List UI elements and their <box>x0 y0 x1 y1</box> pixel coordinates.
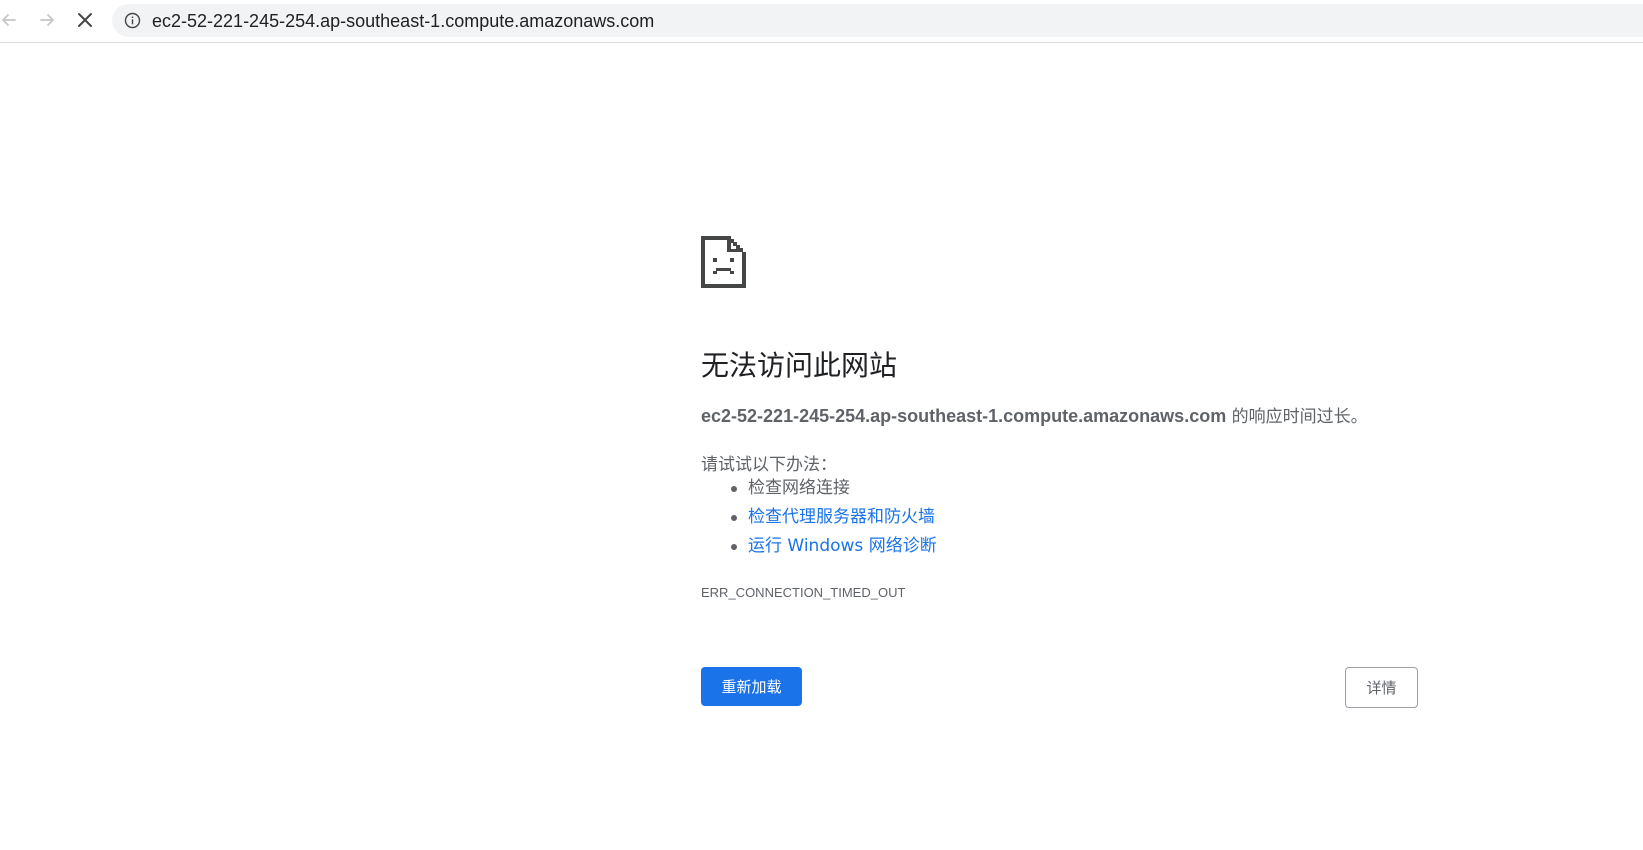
back-button[interactable] <box>0 5 24 35</box>
error-summary-suffix: 的响应时间过长。 <box>1226 407 1368 427</box>
suggestion-label: 检查网络连接 <box>748 478 850 498</box>
forward-button[interactable] <box>32 5 62 35</box>
check-proxy-firewall-link[interactable]: 检查代理服务器和防火墙 <box>748 507 935 527</box>
suggestion-check-connection: 检查网络连接 <box>701 476 937 505</box>
error-host: ec2-52-221-245-254.ap-southeast-1.comput… <box>701 406 1227 426</box>
suggestion-check-proxy[interactable]: 检查代理服务器和防火墙 <box>701 505 937 534</box>
sad-page-icon <box>701 236 746 288</box>
arrow-left-icon <box>2 14 16 26</box>
details-button[interactable]: 详情 <box>1345 667 1418 708</box>
bullet-icon <box>731 486 737 492</box>
error-summary: ec2-52-221-245-254.ap-southeast-1.comput… <box>701 402 1368 427</box>
stop-loading-button[interactable] <box>70 5 100 35</box>
address-bar[interactable]: ec2-52-221-245-254.ap-southeast-1.comput… <box>112 4 1643 37</box>
bullet-icon <box>731 544 737 550</box>
suggestions-list: 检查网络连接 检查代理服务器和防火墙 运行 Windows 网络诊断 <box>701 476 937 563</box>
info-icon[interactable] <box>124 12 141 29</box>
reload-button[interactable]: 重新加载 <box>701 667 802 706</box>
error-heading: 无法访问此网站 <box>701 349 898 382</box>
suggestion-run-diagnostics[interactable]: 运行 Windows 网络诊断 <box>701 534 937 563</box>
suggestions-label: 请试试以下办法： <box>701 455 837 475</box>
close-icon <box>78 13 92 27</box>
address-bar-url[interactable]: ec2-52-221-245-254.ap-southeast-1.comput… <box>152 11 654 32</box>
bullet-icon <box>731 515 737 521</box>
browser-toolbar: ec2-52-221-245-254.ap-southeast-1.comput… <box>0 0 1643 43</box>
run-windows-diagnostics-link[interactable]: 运行 Windows 网络诊断 <box>748 536 937 556</box>
error-code: ERR_CONNECTION_TIMED_OUT <box>701 585 906 600</box>
arrow-right-icon <box>40 14 54 26</box>
